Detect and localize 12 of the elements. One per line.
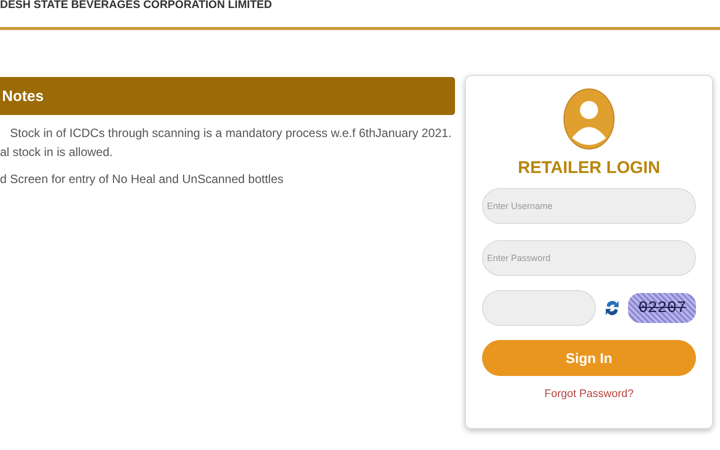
login-title: RETAILER LOGIN	[518, 158, 660, 178]
username-field[interactable]: Enter Username	[482, 188, 696, 224]
password-field[interactable]: Enter Password	[482, 240, 696, 276]
note-text: d Screen for entry of No Heal and UnScanned bottles	[0, 171, 284, 188]
notes-title: Notes	[1, 88, 44, 104]
captcha-field[interactable]	[482, 290, 596, 326]
user-avatar-icon	[563, 88, 615, 150]
site-title: DESH STATE BEVERAGES CORPORATION LIMITED	[0, 0, 272, 11]
captcha-image: 02207	[628, 293, 696, 323]
note-text: al stock in is allowed.	[0, 144, 114, 161]
forgot-password-link[interactable]: Forgot Password?	[544, 388, 634, 400]
note-text: Stock in of ICDCs through scanning is a mandatory process w.e.f 6thJanuary 2021.	[9, 125, 453, 142]
